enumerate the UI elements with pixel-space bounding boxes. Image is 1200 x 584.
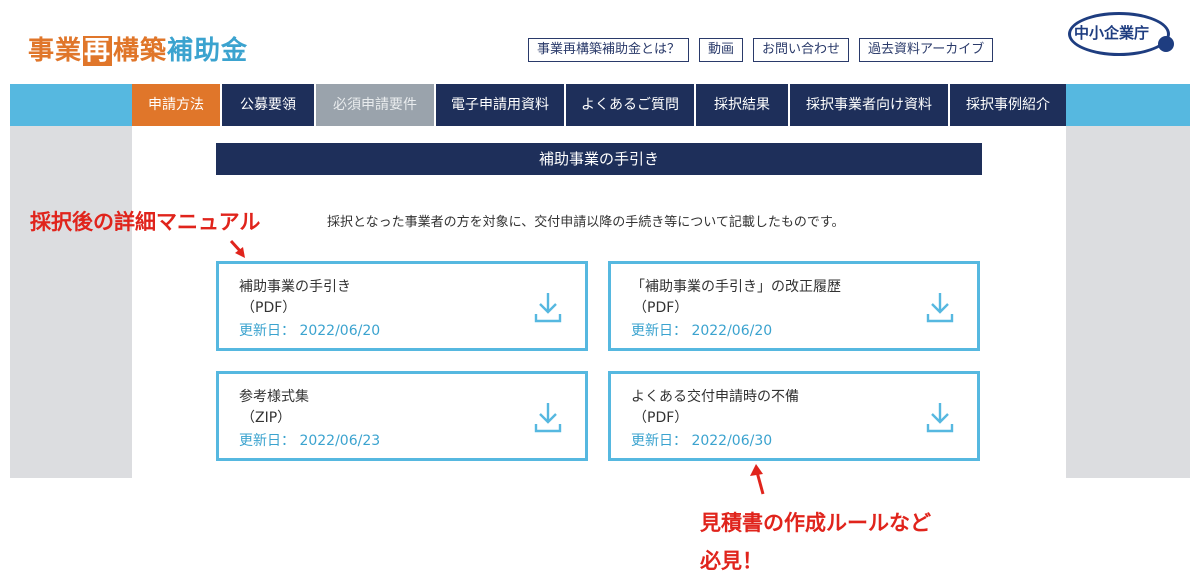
- card-updated-label: 更新日：: [631, 433, 687, 449]
- logo-text-2: 再: [83, 36, 113, 66]
- side-band-right: [1066, 126, 1190, 478]
- header-links: 事業再構築補助金とは？ 動画 お問い合わせ 過去資料アーカイブ: [528, 38, 994, 62]
- download-icon[interactable]: [533, 290, 563, 324]
- annotation-manual-note: 採択後の詳細マニュアル: [30, 210, 261, 234]
- download-card-forms[interactable]: 参考様式集 （ZIP） 更新日： 2022/06/23: [216, 371, 588, 461]
- card-title: 補助事業の手引き: [239, 279, 351, 295]
- card-format: （PDF）: [241, 300, 297, 316]
- arrow-icon: [750, 464, 765, 495]
- nav-item-faq[interactable]: よくあるご質問: [566, 84, 696, 126]
- download-card-revision-history[interactable]: 「補助事業の手引き」の改正履歴 （PDF） 更新日： 2022/06/20: [608, 261, 980, 351]
- nav-item-electronic-docs[interactable]: 電子申請用資料: [436, 84, 566, 126]
- download-icon[interactable]: [925, 400, 955, 434]
- download-icon[interactable]: [925, 290, 955, 324]
- card-updated: 更新日： 2022/06/20: [239, 320, 380, 340]
- annotation-estimate-line1: 見積書の作成ルールなど: [700, 511, 931, 535]
- download-card-manual[interactable]: 補助事業の手引き （PDF） 更新日： 2022/06/20: [216, 261, 588, 351]
- annotation-estimate-line2: 必見！: [700, 549, 763, 573]
- site-logo[interactable]: 事業再構築補助金: [28, 30, 248, 67]
- nav-item-case-studies[interactable]: 採択事例紹介: [950, 84, 1066, 126]
- link-archive[interactable]: 過去資料アーカイブ: [859, 38, 994, 62]
- card-updated: 更新日： 2022/06/30: [631, 430, 772, 450]
- main-nav: 申請方法 公募要領 必須申請要件 電子申請用資料 よくあるご質問 採択結果 採択…: [132, 84, 1066, 126]
- card-format: （PDF）: [633, 300, 689, 316]
- nav-item-requirements[interactable]: 必須申請要件: [316, 84, 436, 126]
- logo-text-1: 事業: [28, 36, 83, 66]
- card-updated-label: 更新日：: [239, 433, 295, 449]
- agency-logo[interactable]: 中小企業庁: [1068, 10, 1178, 60]
- link-about[interactable]: 事業再構築補助金とは？: [528, 38, 690, 62]
- section-title: 補助事業の手引き: [216, 143, 982, 175]
- card-format: （ZIP）: [241, 410, 292, 426]
- annotation-estimate-note: 見積書の作成ルールなど 必見！: [700, 504, 931, 580]
- card-updated-date: 2022/06/20: [299, 323, 381, 339]
- card-updated-label: 更新日：: [239, 323, 295, 339]
- card-format: （PDF）: [633, 410, 689, 426]
- download-icon[interactable]: [533, 400, 563, 434]
- section-description: 採択となった事業者の方を対象に、交付申請以降の手続き等について記載したものです。: [327, 215, 845, 230]
- card-updated-label: 更新日：: [631, 323, 687, 339]
- card-updated-date: 2022/06/23: [299, 433, 381, 449]
- card-updated-date: 2022/06/20: [691, 323, 773, 339]
- card-title: 参考様式集: [239, 389, 309, 405]
- logo-text-3: 構築: [113, 36, 168, 66]
- nav-item-results[interactable]: 採択結果: [696, 84, 790, 126]
- nav-item-adopted-docs[interactable]: 採択事業者向け資料: [790, 84, 950, 126]
- side-band-left: [10, 126, 132, 478]
- arrow-icon: [229, 239, 245, 258]
- agency-logo-dot: [1158, 36, 1174, 52]
- card-updated: 更新日： 2022/06/20: [631, 320, 772, 340]
- card-title: よくある交付申請時の不備: [631, 389, 799, 405]
- card-updated: 更新日： 2022/06/23: [239, 430, 380, 450]
- card-updated-date: 2022/06/30: [691, 433, 773, 449]
- link-video[interactable]: 動画: [699, 38, 744, 62]
- nav-item-guidelines[interactable]: 公募要領: [222, 84, 316, 126]
- logo-text-4: 補助金: [167, 36, 249, 66]
- link-contact[interactable]: お問い合わせ: [753, 38, 850, 62]
- agency-logo-text: 中小企業庁: [1074, 24, 1150, 42]
- download-card-common-deficiencies[interactable]: よくある交付申請時の不備 （PDF） 更新日： 2022/06/30: [608, 371, 980, 461]
- nav-item-application-method[interactable]: 申請方法: [132, 84, 222, 126]
- card-title: 「補助事業の手引き」の改正履歴: [631, 279, 841, 295]
